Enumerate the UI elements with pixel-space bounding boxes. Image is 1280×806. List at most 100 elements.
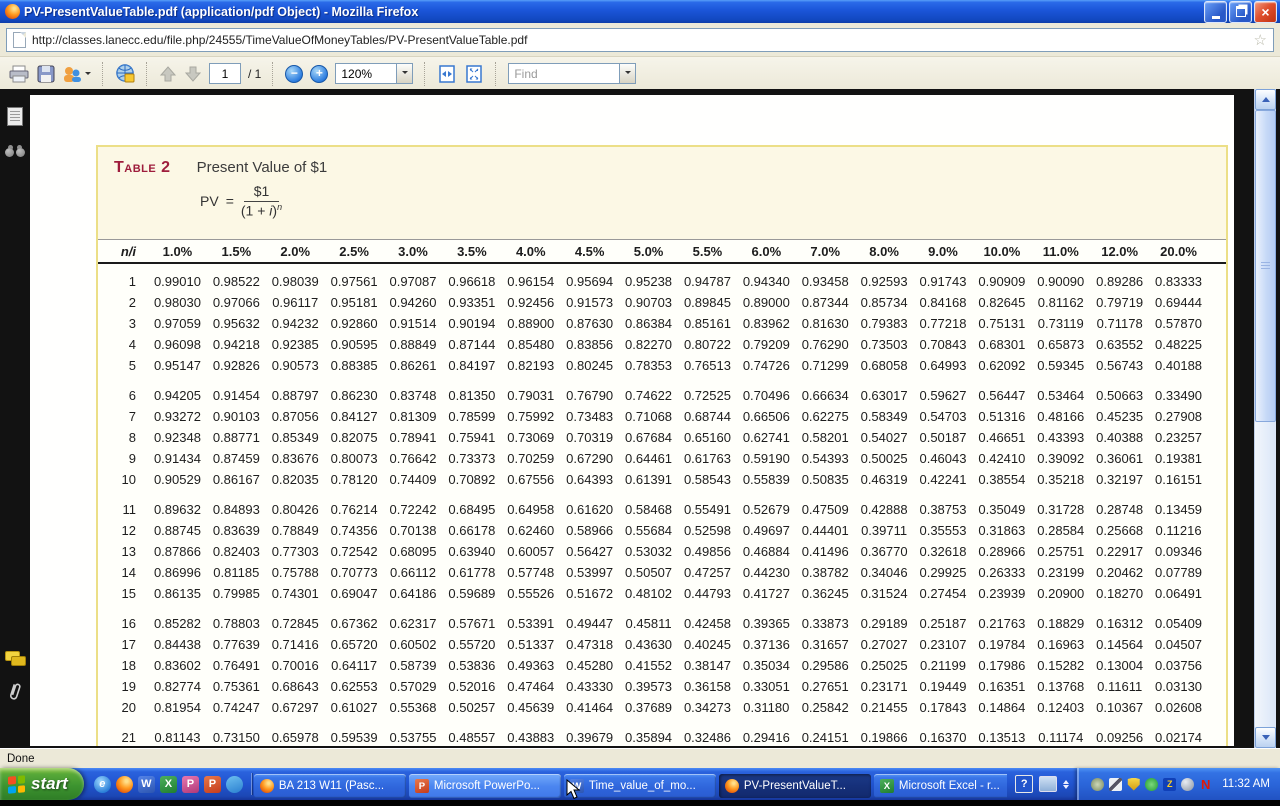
pv-value: 0.81309	[384, 409, 443, 424]
pv-value: 0.70259	[501, 451, 560, 466]
antivirus-icon[interactable]	[1145, 778, 1158, 791]
zonealarm-icon[interactable]	[1163, 778, 1176, 791]
pv-value: 0.87866	[148, 544, 207, 559]
page-up-icon	[159, 65, 177, 83]
fit-page-button[interactable]	[464, 65, 484, 83]
pv-value: 0.84127	[325, 409, 384, 424]
pv-value: 0.42410	[972, 451, 1031, 466]
previous-page-button[interactable]	[159, 65, 177, 83]
pv-value: 0.55368	[384, 700, 443, 715]
pv-value: 0.40245	[678, 637, 737, 652]
taskbar-button[interactable]: Microsoft PowerPo...	[409, 774, 561, 798]
taskbar-button[interactable]: BA 213 W11 (Pasc...	[254, 774, 406, 798]
page-favicon-icon	[13, 32, 26, 48]
print-button[interactable]	[8, 65, 30, 83]
pv-value: 0.59190	[737, 451, 796, 466]
email-button[interactable]	[62, 65, 91, 83]
vertical-scrollbar[interactable]	[1254, 89, 1276, 748]
page-number-input[interactable]	[209, 63, 241, 84]
open-in-browser-button[interactable]	[115, 64, 135, 84]
pv-value: 0.68495	[442, 502, 501, 517]
pv-value: 0.03756	[1149, 658, 1208, 673]
pv-value: 0.09346	[1149, 544, 1208, 559]
zoom-dropdown-button[interactable]	[397, 63, 413, 84]
search-binoculars-icon[interactable]	[5, 144, 25, 157]
toolbar-separator	[102, 62, 104, 86]
zoom-in-button[interactable]: +	[310, 65, 328, 83]
pv-value: 0.31657	[796, 637, 855, 652]
bookmark-star-icon[interactable]: ☆	[1254, 31, 1267, 49]
pv-value: 0.97561	[325, 274, 384, 289]
help-icon[interactable]: ?	[1015, 775, 1033, 793]
pv-value: 0.95238	[619, 274, 678, 289]
attachments-paperclip-icon[interactable]	[7, 681, 23, 708]
pv-value: 0.51672	[560, 586, 619, 601]
zoom-level-select[interactable]: 120%	[335, 63, 397, 84]
comments-icon[interactable]	[5, 651, 25, 667]
address-input[interactable]: http://classes.lanecc.edu/file.php/24555…	[6, 28, 1274, 52]
pv-value: 0.72525	[678, 388, 737, 403]
table-row: 50.951470.928260.905730.883850.862610.84…	[98, 355, 1226, 376]
table-number-label: Table 2	[114, 159, 171, 177]
pv-value: 0.42458	[678, 616, 737, 631]
period-label: 14	[98, 565, 148, 580]
pv-value: 0.87056	[266, 409, 325, 424]
pv-value: 0.22917	[1090, 544, 1149, 559]
fit-width-button[interactable]	[437, 65, 457, 83]
desktop-icon[interactable]	[1039, 776, 1057, 792]
scroll-up-button[interactable]	[1255, 89, 1276, 110]
pv-value: 0.82270	[619, 337, 678, 352]
firefox-icon[interactable]	[116, 776, 133, 793]
start-button[interactable]: start	[0, 768, 84, 800]
column-header: 4.0%	[501, 244, 560, 259]
zoom-out-button[interactable]: −	[285, 65, 303, 83]
restore-button[interactable]	[1229, 1, 1252, 23]
pv-value: 0.45235	[1090, 409, 1149, 424]
pv-value: 0.14564	[1090, 637, 1149, 652]
security-shield-icon[interactable]	[1127, 778, 1140, 791]
pv-value: 0.83748	[384, 388, 443, 403]
period-label: 1	[98, 274, 148, 289]
next-page-button[interactable]	[184, 65, 202, 83]
pv-value: 0.76491	[207, 658, 266, 673]
save-button[interactable]	[37, 65, 55, 83]
taskbar-button[interactable]: Microsoft Excel - r...	[874, 774, 1007, 798]
pv-value: 0.71068	[619, 409, 678, 424]
pv-value: 0.74301	[266, 586, 325, 601]
word-icon[interactable]	[138, 776, 155, 793]
table-row: 100.905290.861670.820350.781200.744090.7…	[98, 469, 1226, 490]
scroll-down-button[interactable]	[1255, 727, 1276, 748]
pv-value: 0.63940	[442, 544, 501, 559]
pages-panel-icon[interactable]	[7, 107, 23, 126]
chevron-expand-icon[interactable]	[1063, 777, 1069, 792]
scrollbar-thumb[interactable]	[1255, 110, 1276, 422]
publisher-icon[interactable]	[182, 776, 199, 793]
pv-value: 0.19449	[914, 679, 973, 694]
pv-value: 0.90703	[619, 295, 678, 310]
pv-value: 0.91514	[384, 316, 443, 331]
period-label: 12	[98, 523, 148, 538]
column-header: 1.5%	[207, 244, 266, 259]
taskbar-button[interactable]: PV-PresentValueT...	[719, 774, 871, 798]
pv-value: 0.57671	[442, 616, 501, 631]
pv-value: 0.32486	[678, 730, 737, 745]
pv-table-box: Table 2 Present Value of $1 PV = $1 (1 +…	[96, 145, 1228, 746]
messenger-icon[interactable]	[1091, 778, 1104, 791]
table-row: 160.852820.788030.728450.673620.623170.5…	[98, 613, 1226, 634]
find-input[interactable]	[508, 63, 620, 84]
ie-icon[interactable]	[94, 776, 111, 793]
pv-value: 0.74356	[325, 523, 384, 538]
minimize-button[interactable]	[1204, 1, 1227, 23]
powerpoint-icon[interactable]	[204, 776, 221, 793]
pv-value: 0.46319	[855, 472, 914, 487]
messenger-icon[interactable]	[226, 776, 243, 793]
globe-icon[interactable]	[1181, 778, 1194, 791]
find-dropdown-button[interactable]	[620, 63, 636, 84]
norton-icon[interactable]	[1199, 778, 1212, 791]
close-button[interactable]: ×	[1254, 1, 1277, 23]
network-icon[interactable]	[1109, 778, 1122, 791]
taskbar-button[interactable]: Time_value_of_mo...	[564, 774, 716, 798]
column-header: 10.0%	[972, 244, 1031, 259]
excel-icon[interactable]	[160, 776, 177, 793]
period-label: 5	[98, 358, 148, 373]
